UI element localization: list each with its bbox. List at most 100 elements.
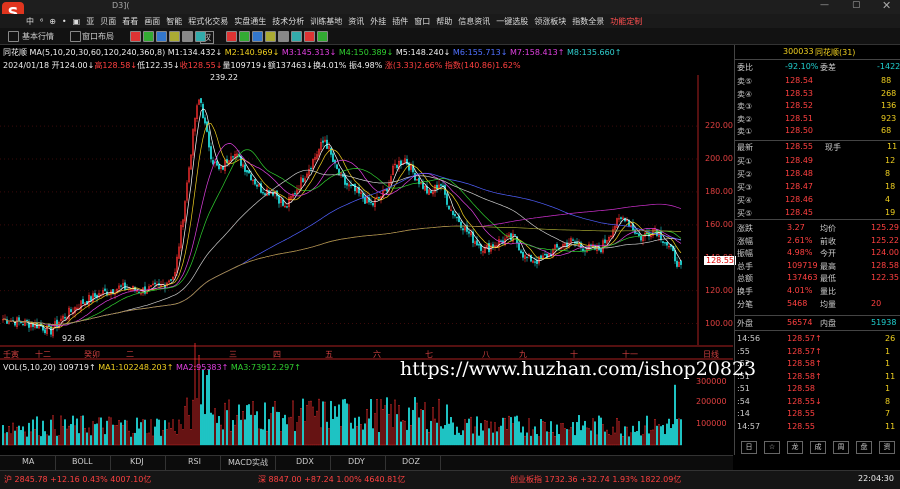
layout-icon[interactable]: [70, 31, 81, 42]
tool-icon[interactable]: [317, 31, 328, 42]
close-button[interactable]: ✕: [882, 0, 891, 12]
panel-nav-icon[interactable]: 盘: [856, 441, 872, 454]
tool-icon[interactable]: [130, 31, 141, 42]
tab-divider: [55, 456, 56, 470]
menu-item-15[interactable]: 外挂: [370, 16, 386, 27]
kline-chart[interactable]: [0, 45, 733, 455]
tool-icon[interactable]: [226, 31, 237, 42]
sz-index[interactable]: 深 8847.00 +87.24 1.00% 4640.81亿: [258, 474, 405, 485]
menu-item-14[interactable]: 资讯: [348, 16, 364, 27]
indicator-tab-7[interactable]: DOZ: [402, 457, 420, 466]
menu-item-22[interactable]: 指数全景: [572, 16, 604, 27]
indicator-tab-1[interactable]: BOLL: [72, 457, 93, 466]
tool-icon[interactable]: [265, 31, 276, 42]
menu-item-18[interactable]: 帮助: [436, 16, 452, 27]
tick-time: 14:57: [737, 421, 761, 431]
stock-title: 同花顺(31): [815, 48, 856, 57]
panel-nav-icon[interactable]: ☆: [764, 441, 780, 454]
ohlc-header: 2024/01/18 开124.00↓高128.58↓低122.35↓收128.…: [3, 60, 521, 71]
menu-item-7[interactable]: 看看: [122, 16, 138, 27]
toolbar-window-layout[interactable]: 窗口布局: [82, 31, 114, 42]
menu-item-17[interactable]: 窗口: [414, 16, 430, 27]
grid-icon[interactable]: [8, 31, 19, 42]
tool-icon[interactable]: [278, 31, 289, 42]
volume-bar: [96, 423, 98, 446]
menu-item-1[interactable]: ⁶: [40, 17, 43, 26]
menu-item-19[interactable]: 信息资讯: [458, 16, 490, 27]
menu-item-12[interactable]: 技术分析: [272, 16, 304, 27]
indicator-tab-6[interactable]: DDY: [348, 457, 365, 466]
menu-item-13[interactable]: 训练基地: [310, 16, 342, 27]
vol-ma1: MA1:102248.203↑: [98, 363, 174, 372]
panel-nav-icon[interactable]: 周: [833, 441, 849, 454]
stat-label: 最高: [820, 261, 836, 271]
tool-icon[interactable]: [182, 31, 193, 42]
menu-item-10[interactable]: 程式化交易: [188, 16, 228, 27]
minimize-button[interactable]: —: [820, 0, 829, 10]
candle-body: [522, 252, 524, 258]
menu-item-20[interactable]: 一键选股: [496, 16, 528, 27]
menu-item-11[interactable]: 实盘通生: [234, 16, 266, 27]
menu-item-6[interactable]: 贝面: [100, 16, 116, 27]
tool-icon[interactable]: [143, 31, 154, 42]
menu-item-0[interactable]: 中: [26, 16, 34, 27]
volume-bar: [88, 427, 90, 446]
volume-bar: [366, 409, 368, 446]
volume-bar: [256, 411, 258, 446]
tool-icon[interactable]: [169, 31, 180, 42]
candle-body: [620, 217, 622, 219]
menu-item-23[interactable]: 功能定制: [610, 16, 642, 27]
candle-body: [202, 103, 204, 119]
time-tick-label: 癸卯: [84, 350, 100, 359]
panel-nav-icon[interactable]: 龙: [787, 441, 803, 454]
tool-icon[interactable]: [304, 31, 315, 42]
tool-icon[interactable]: [195, 31, 206, 42]
indicator-tab-0[interactable]: MA: [22, 457, 34, 466]
volume-bar: [176, 434, 178, 446]
menu-item-21[interactable]: 领涨板块: [534, 16, 566, 27]
volume-bar: [628, 436, 630, 446]
tool-icon[interactable]: [239, 31, 250, 42]
candle-body: [70, 309, 72, 312]
tool-icon[interactable]: [291, 31, 302, 42]
maximize-button[interactable]: ▢: [852, 0, 861, 10]
volume-bar: [354, 417, 356, 446]
panel-nav-icon[interactable]: 日: [741, 441, 757, 454]
menu-item-5[interactable]: 亚: [86, 16, 94, 27]
bid-vol: 19: [885, 208, 896, 217]
vol-ma2: MA2:95383↑: [175, 363, 229, 372]
tick-time: :51: [737, 384, 750, 393]
tick-price: 128.58↑: [787, 359, 822, 368]
indicator-tab-4[interactable]: MACD实战: [228, 457, 268, 468]
panel-nav-icon[interactable]: 资: [879, 441, 895, 454]
toolbar-basic-quote[interactable]: 基本行情: [22, 31, 54, 42]
menu-item-4[interactable]: ▣: [73, 17, 81, 26]
volume-bar: [374, 413, 376, 446]
tool-icon[interactable]: [252, 31, 263, 42]
volume-bar: [154, 426, 156, 446]
indicator-tab-2[interactable]: KDJ: [130, 457, 144, 466]
candle-body: [600, 248, 602, 253]
kline-chart-area[interactable]: 同花顺 MA(5,10,20,30,60,120,240,360,8) M1:1…: [0, 45, 736, 455]
volume-bar: [202, 369, 204, 446]
volume-bar: [606, 429, 608, 446]
tool-icon[interactable]: [156, 31, 167, 42]
panel-nav-icon[interactable]: 成: [810, 441, 826, 454]
indicator-tab-3[interactable]: RSI: [188, 457, 201, 466]
menu-item-2[interactable]: ⊕: [49, 17, 56, 26]
candle-body: [476, 240, 478, 246]
candle-body: [330, 147, 332, 155]
volume-bar: [338, 404, 340, 446]
indicator-tab-5[interactable]: DDX: [296, 457, 314, 466]
clock: 22:04:30: [858, 474, 894, 483]
menu-item-16[interactable]: 插件: [392, 16, 408, 27]
cy-index[interactable]: 创业板指 1732.36 +32.74 1.93% 1822.09亿: [510, 474, 681, 485]
menu-item-8[interactable]: 画面: [144, 16, 160, 27]
volume-bar: [162, 430, 164, 446]
sh-index[interactable]: 沪 2845.78 +12.16 0.43% 4007.10亿: [4, 474, 151, 485]
menu-item-9[interactable]: 智能: [166, 16, 182, 27]
volume-bar: [278, 412, 280, 446]
volume-bar: [676, 419, 678, 446]
volume-bar: [592, 418, 594, 446]
menu-item-3[interactable]: •: [62, 17, 67, 26]
